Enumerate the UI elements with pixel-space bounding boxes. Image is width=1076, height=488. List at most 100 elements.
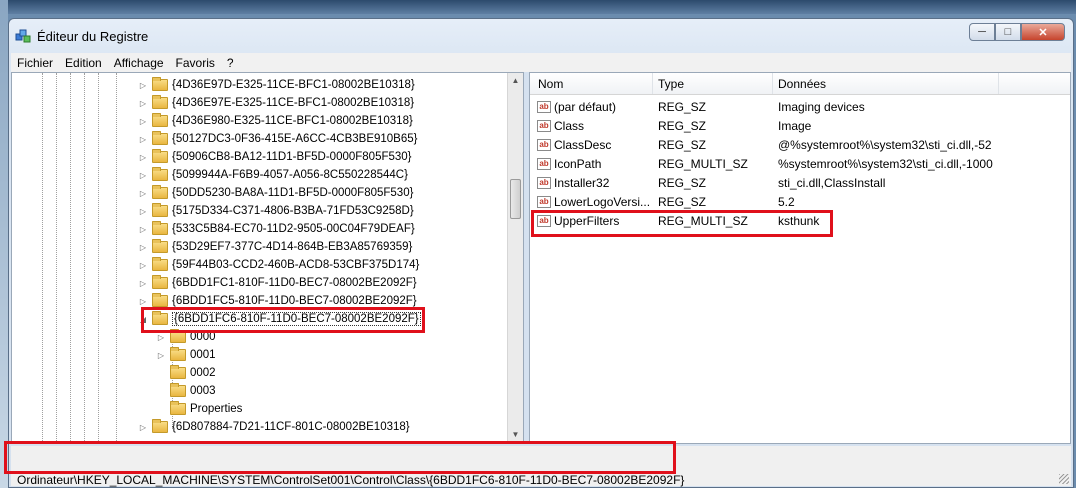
menu-fichier[interactable]: Fichier — [11, 56, 59, 70]
value-data: ksthunk — [778, 214, 820, 228]
expand-arrow-icon[interactable]: ▷ — [138, 207, 148, 216]
expand-arrow-icon[interactable]: ▷ — [138, 153, 148, 162]
tree-item-label: 0001 — [190, 349, 216, 361]
folder-icon — [170, 329, 186, 343]
tree-item[interactable]: ▷ {6BDD1FC5-810F-11D0-BEC7-08002BE2092F} — [138, 292, 417, 310]
menu-edition[interactable]: Edition — [59, 56, 108, 70]
expand-arrow-icon[interactable]: ▷ — [138, 171, 148, 180]
string-value-icon: ab — [537, 196, 551, 208]
registry-editor-icon — [15, 29, 31, 43]
expand-arrow-icon[interactable]: ▷ — [138, 117, 148, 126]
menu-bar: Fichier Edition Affichage Favoris ? — [11, 53, 1071, 72]
column-header-name[interactable]: Nom — [538, 77, 563, 91]
menu-favoris[interactable]: Favoris — [170, 56, 221, 70]
value-name: IconPath — [554, 157, 602, 171]
tree-guide-line — [56, 73, 57, 443]
expand-arrow-icon[interactable]: ▷ — [138, 297, 148, 306]
folder-icon — [152, 167, 168, 181]
tree-item[interactable]: ▷ {59F44B03-CCD2-460B-ACD8-53CBF375D174} — [138, 256, 419, 274]
expand-arrow-icon[interactable]: ▷ — [138, 243, 148, 252]
tree-item[interactable]: ▷ {4D36E97D-E325-11CE-BFC1-08002BE10318} — [138, 76, 415, 94]
tree-item-selected[interactable]: ◢ {6BDD1FC6-810F-11D0-BEC7-08002BE2092F} — [138, 310, 421, 328]
value-name: Installer32 — [554, 176, 610, 190]
folder-open-icon — [152, 311, 168, 325]
registry-tree[interactable]: ▷ {4D36E97D-E325-11CE-BFC1-08002BE10318} … — [11, 72, 524, 444]
desktop-background-left — [0, 0, 8, 488]
tree-item-label: {4D36E97D-E325-11CE-BFC1-08002BE10318} — [172, 79, 415, 91]
expand-arrow-icon[interactable]: ▷ — [156, 333, 166, 342]
tree-subitem[interactable]: 0003 — [156, 382, 216, 400]
folder-icon — [152, 185, 168, 199]
status-bar: Ordinateur\HKEY_LOCAL_MACHINE\SYSTEM\Con… — [11, 446, 1071, 487]
title-bar[interactable]: Éditeur du Registre ─ □ ✕ — [9, 19, 1073, 51]
resize-grip-icon[interactable] — [1059, 474, 1069, 484]
expand-arrow-icon[interactable]: ▷ — [138, 279, 148, 288]
column-divider[interactable] — [772, 73, 773, 94]
tree-item[interactable]: ▷ {5099944A-F6B9-4057-A056-8C550228544C} — [138, 166, 408, 184]
expand-arrow-icon[interactable]: ▷ — [138, 225, 148, 234]
tree-item[interactable]: ▷ {50DD5230-BA8A-11D1-BF5D-0000F805F530} — [138, 184, 413, 202]
value-name: UpperFilters — [554, 214, 620, 228]
tree-subitem[interactable]: Properties — [156, 400, 242, 418]
maximize-button[interactable]: □ — [995, 23, 1021, 41]
tree-item[interactable]: ▷ {50127DC3-0F36-415E-A6CC-4CB3BE910B65} — [138, 130, 418, 148]
tree-scrollbar[interactable]: ▲ ▼ — [507, 73, 523, 443]
expand-arrow-icon[interactable]: ▷ — [138, 423, 148, 432]
tree-item[interactable]: ▷ {53D29EF7-377C-4D14-864B-EB3A85769359} — [138, 238, 412, 256]
column-divider[interactable] — [998, 73, 999, 94]
tree-item[interactable]: ▷ {533C5B84-EC70-11D2-9505-00C04F79DEAF} — [138, 220, 415, 238]
value-row[interactable]: ab (par défaut) REG_SZ Imaging devices — [530, 98, 1070, 117]
column-header-data[interactable]: Données — [778, 77, 826, 91]
folder-icon — [152, 221, 168, 235]
tree-guide-line — [42, 73, 43, 443]
value-type: REG_MULTI_SZ — [658, 157, 748, 171]
values-list[interactable]: Nom Type Données ab (par défaut) REG_SZ Ima… — [529, 72, 1071, 444]
value-row[interactable]: ab LowerLogoVersi... REG_SZ 5.2 — [530, 193, 1070, 212]
folder-icon — [152, 293, 168, 307]
tree-item-label: {533C5B84-EC70-11D2-9505-00C04F79DEAF} — [172, 223, 415, 235]
tree-subitem[interactable]: ▷ 0000 — [156, 328, 216, 346]
scroll-up-icon[interactable]: ▲ — [508, 73, 523, 89]
tree-item[interactable]: ▷ {50906CB8-BA12-11D1-BF5D-0000F805F530} — [138, 148, 412, 166]
tree-item-label: {50127DC3-0F36-415E-A6CC-4CB3BE910B65} — [172, 133, 418, 145]
scroll-thumb[interactable] — [510, 179, 521, 219]
tree-item[interactable]: ▷ {4D36E97E-E325-11CE-BFC1-08002BE10318} — [138, 94, 414, 112]
tree-subitem[interactable]: ▷ 0001 — [156, 346, 216, 364]
tree-item[interactable]: ▷ {5175D334-C371-4806-B3BA-71FD53C9258D} — [138, 202, 414, 220]
menu-help[interactable]: ? — [221, 56, 240, 70]
collapse-arrow-icon[interactable]: ◢ — [138, 315, 148, 324]
value-row[interactable]: ab ClassDesc REG_SZ @%systemroot%\system32\… — [530, 136, 1070, 155]
menu-affichage[interactable]: Affichage — [108, 56, 170, 70]
value-row[interactable]: ab IconPath REG_MULTI_SZ %systemroot%\syste… — [530, 155, 1070, 174]
value-name: Class — [554, 119, 585, 133]
value-type: REG_MULTI_SZ — [658, 214, 748, 228]
tree-subitem[interactable]: 0002 — [156, 364, 216, 382]
scroll-down-icon[interactable]: ▼ — [508, 427, 523, 443]
tree-item[interactable]: ▷ {6D807884-7D21-11CF-801C-08002BE10318} — [138, 418, 410, 436]
expand-arrow-icon[interactable]: ▷ — [138, 99, 148, 108]
value-row[interactable]: ab Installer32 REG_SZ sti_ci.dll,ClassInsta… — [530, 174, 1070, 193]
tree-item-label: {6BDD1FC1-810F-11D0-BEC7-08002BE2092F} — [172, 277, 417, 289]
expand-arrow-icon[interactable]: ▷ — [156, 351, 166, 360]
folder-icon — [152, 275, 168, 289]
tree-item-label: {53D29EF7-377C-4D14-864B-EB3A85769359} — [172, 241, 413, 253]
folder-icon — [170, 401, 186, 415]
tree-item-label: {6BDD1FC5-810F-11D0-BEC7-08002BE2092F} — [172, 295, 417, 307]
folder-icon — [152, 419, 168, 433]
tree-item[interactable]: ▷ {6BDD1FC1-810F-11D0-BEC7-08002BE2092F} — [138, 274, 417, 292]
tree-item-label: {59F44B03-CCD2-460B-ACD8-53CBF375D174} — [172, 259, 420, 271]
expand-arrow-icon[interactable]: ▷ — [138, 81, 148, 90]
minimize-button[interactable]: ─ — [969, 23, 995, 41]
tree-item[interactable]: ▷ {4D36E980-E325-11CE-BFC1-08002BE10318} — [138, 112, 413, 130]
expand-arrow-icon[interactable]: ▷ — [138, 189, 148, 198]
value-row[interactable]: ab UpperFilters REG_MULTI_SZ ksthunk — [530, 212, 1070, 231]
value-row[interactable]: ab Class REG_SZ Image — [530, 117, 1070, 136]
expand-arrow-icon[interactable]: ▷ — [138, 135, 148, 144]
column-divider[interactable] — [652, 73, 653, 94]
expand-arrow-icon[interactable]: ▷ — [138, 261, 148, 270]
column-header-type[interactable]: Type — [658, 77, 684, 91]
close-button[interactable]: ✕ — [1021, 23, 1065, 41]
string-value-icon: ab — [537, 120, 551, 132]
value-data: Image — [778, 119, 812, 133]
folder-icon — [170, 383, 186, 397]
